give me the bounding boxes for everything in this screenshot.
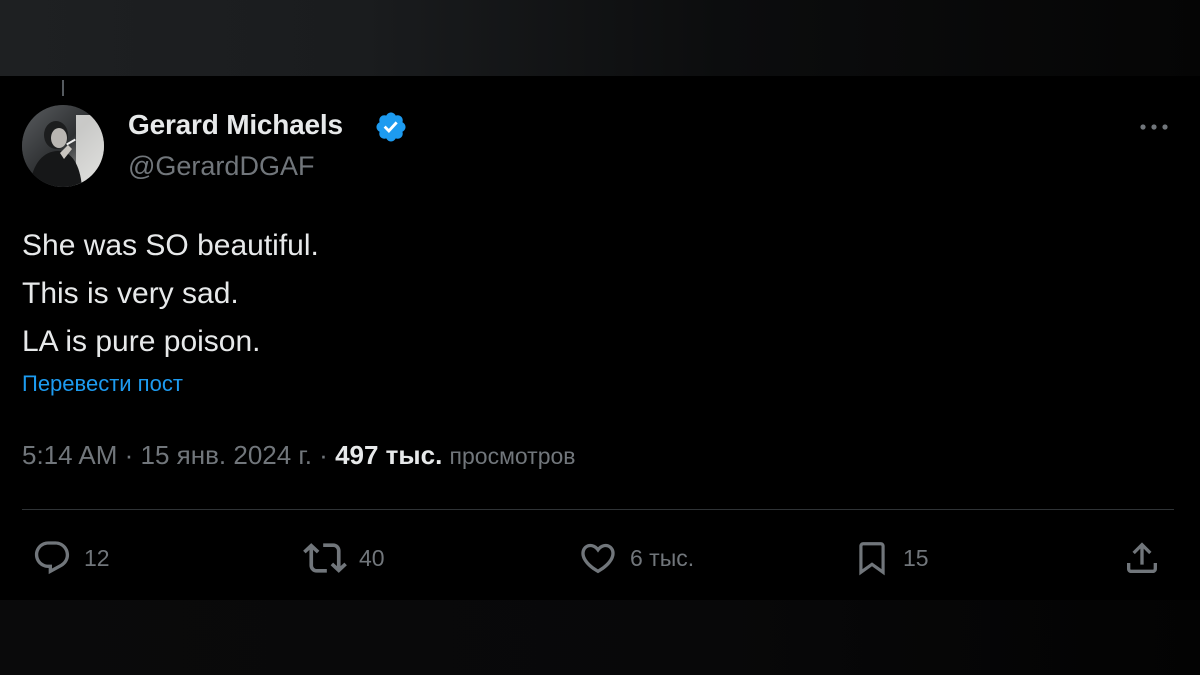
repost-icon xyxy=(303,543,347,573)
meta-separator: · xyxy=(117,440,141,470)
avatar[interactable] xyxy=(22,105,104,187)
bookmark-icon xyxy=(859,542,885,576)
post-text-line: She was SO beautiful. xyxy=(22,229,319,262)
actions-divider xyxy=(22,509,1174,510)
like-count: 6 тыс. xyxy=(630,544,695,571)
repost-button[interactable]: 40 xyxy=(303,538,385,578)
bookmark-button[interactable]: 15 xyxy=(853,538,929,578)
repost-count: 40 xyxy=(359,544,385,571)
post-text: She was SO beautiful. This is very sad. … xyxy=(22,222,922,366)
post-meta: 5:14 AM · 15 янв. 2024 г. · 497 тыс. про… xyxy=(22,440,576,471)
verified-badge-icon[interactable] xyxy=(374,110,408,144)
author-handle[interactable]: @GerardDGAF xyxy=(128,151,314,182)
heart-icon xyxy=(581,543,615,574)
views-count[interactable]: 497 тыс. xyxy=(335,440,442,470)
reply-icon xyxy=(34,541,70,575)
meta-separator: · xyxy=(311,440,336,470)
views-label: просмотров xyxy=(449,443,576,469)
post-time[interactable]: 5:14 AM xyxy=(22,440,117,470)
reply-count: 12 xyxy=(84,544,110,571)
like-button[interactable]: 6 тыс. xyxy=(578,538,694,578)
top-background-band xyxy=(0,0,1200,76)
post-text-line: LA is pure poison. xyxy=(22,325,261,358)
avatar-photo xyxy=(22,105,104,187)
bottom-background-band xyxy=(0,600,1200,675)
post-date[interactable]: 15 янв. 2024 г. xyxy=(141,440,312,470)
bookmark-count: 15 xyxy=(903,544,929,571)
author-name[interactable]: Gerard Michaels xyxy=(128,109,343,141)
share-icon xyxy=(1127,542,1157,573)
translate-post-link[interactable]: Перевести пост xyxy=(22,371,183,397)
post-text-line: This is very sad. xyxy=(22,277,239,310)
thread-connector-line xyxy=(62,80,64,96)
more-options-icon[interactable] xyxy=(1136,113,1172,141)
reply-button[interactable]: 12 xyxy=(32,538,110,578)
share-button[interactable] xyxy=(1122,538,1162,578)
